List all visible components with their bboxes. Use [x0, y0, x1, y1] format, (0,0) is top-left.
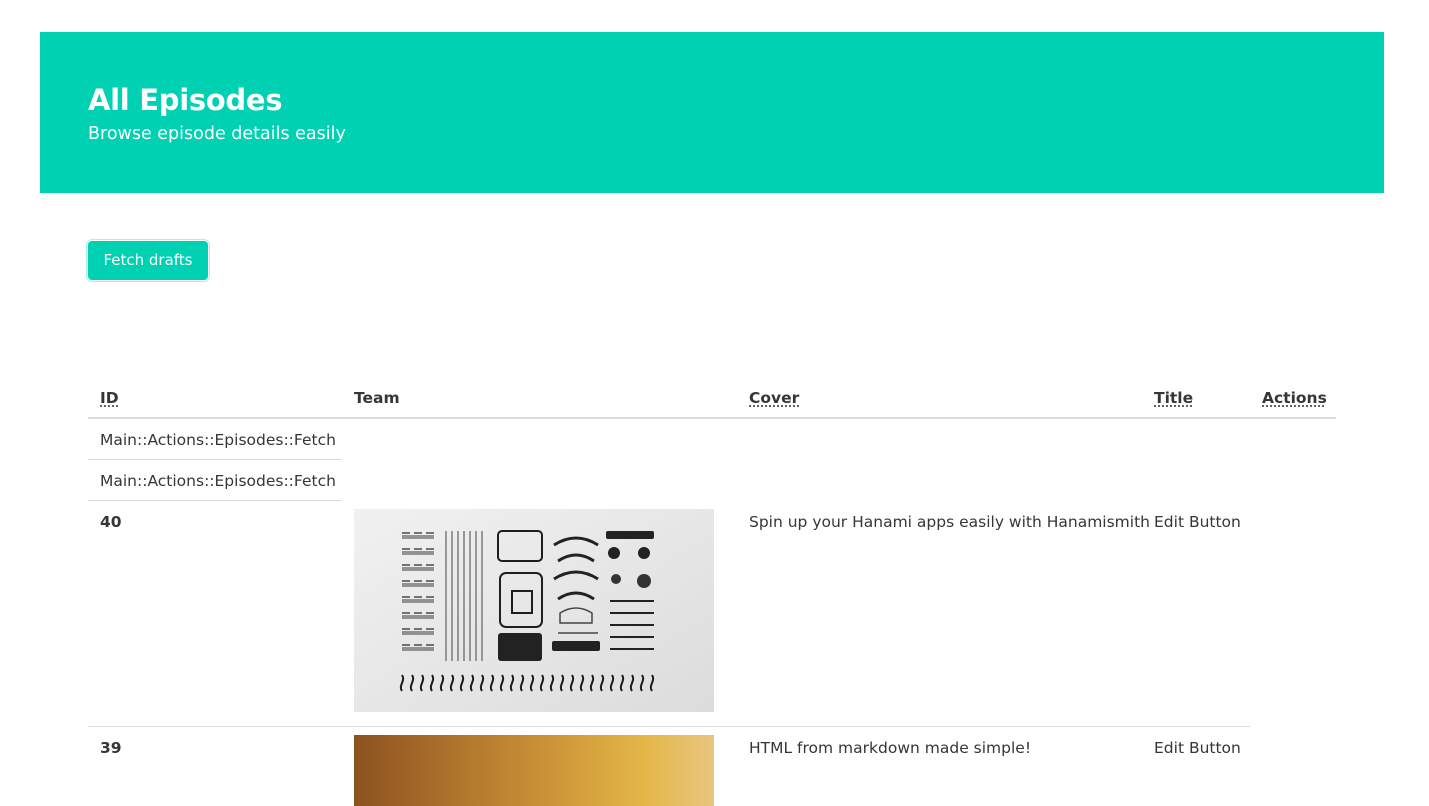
notice-row: Main::Actions::Episodes::Fetch [100, 472, 336, 490]
row-divider [88, 726, 1250, 727]
page-subtitle: Browse episode details easily [88, 124, 346, 144]
episode-cover-text: HTML from markdown made simple! [749, 739, 1032, 757]
fetch-drafts-button[interactable]: Fetch drafts [87, 240, 209, 281]
page-title: All Episodes [88, 83, 283, 117]
notice-row: Main::Actions::Episodes::Fetch [100, 431, 336, 449]
column-header-actions-label: Actions [1262, 389, 1327, 407]
column-header-cover[interactable]: Cover [749, 388, 799, 408]
column-header-actions[interactable]: Actions [1262, 388, 1327, 408]
hero-banner: All Episodes Browse episode details easi… [40, 32, 1384, 193]
row-divider [88, 500, 342, 501]
episode-id: 40 [100, 513, 122, 531]
episode-cover-text: Spin up your Hanami apps easily with Han… [749, 513, 1150, 531]
row-divider [88, 459, 342, 460]
edit-button[interactable]: Edit Button [1154, 738, 1241, 758]
column-header-team: Team [354, 389, 400, 407]
column-header-title-label: Title [1154, 389, 1194, 407]
episode-id: 39 [100, 739, 122, 757]
edit-button[interactable]: Edit Button [1154, 512, 1241, 532]
column-header-id-label: ID [100, 389, 119, 407]
column-header-title[interactable]: Title [1154, 388, 1193, 408]
typewriter-parts-image [354, 509, 714, 712]
column-header-id[interactable]: ID [100, 388, 119, 408]
column-header-cover-label: Cover [749, 389, 800, 407]
typewriter-parts-graphic [354, 509, 714, 712]
header-divider [88, 417, 1336, 419]
golden-gradient-image [354, 735, 714, 806]
